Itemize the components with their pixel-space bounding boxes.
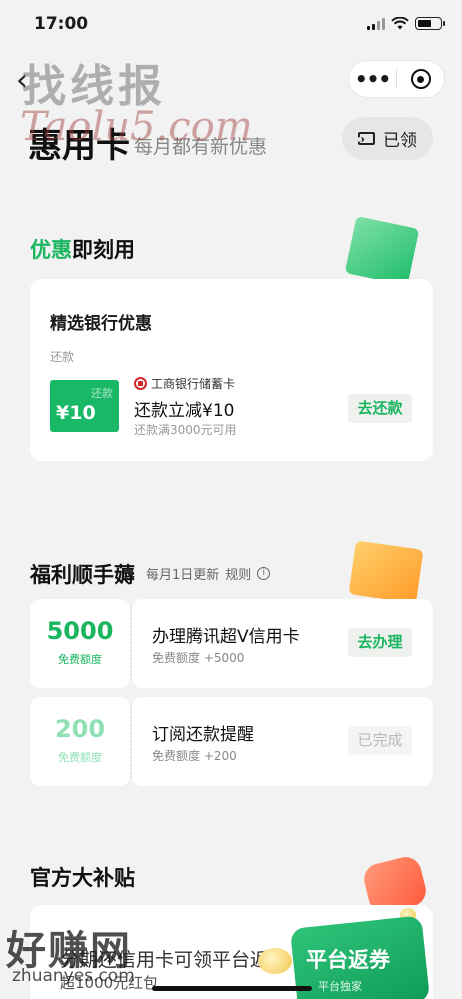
close-mini-program-button[interactable] <box>397 69 444 89</box>
welfare-item: 5000 免费额度 办理腾讯超V信用卡 免费额度 +5000 去办理 <box>30 599 433 688</box>
section-title-instant: 优惠即刻用 <box>30 234 135 264</box>
more-options-button[interactable]: ••• <box>349 60 396 98</box>
welfare-subtitle-row: 每月1日更新 规则 i <box>146 564 271 583</box>
welfare-name: 办理腾讯超V信用卡 <box>152 627 300 647</box>
rules-link[interactable]: 规则 <box>225 564 251 583</box>
welfare-subtitle: 每月1日更新 <box>146 568 220 583</box>
home-indicator[interactable] <box>152 986 312 991</box>
bank-name: 工商银行储蓄卡 <box>151 377 236 391</box>
ticket-icon <box>357 132 375 145</box>
offer-condition: 还款满3000元可用 <box>134 423 237 437</box>
green-ticket-decoration <box>344 215 420 287</box>
orange-box-decoration <box>348 540 424 604</box>
welfare-bonus: 免费额度 +5000 <box>152 651 245 665</box>
rebate-title: 平台返券 <box>306 948 390 972</box>
status-bar: 17:00 <box>0 0 462 44</box>
cellular-signal-icon <box>367 17 385 30</box>
offer-name: 还款立减¥10 <box>134 401 235 421</box>
status-icons <box>367 17 445 30</box>
card-title: 精选银行优惠 <box>50 314 152 334</box>
bank-row: 工商银行储蓄卡 <box>134 375 235 392</box>
coupon-amount: ¥10 <box>56 402 96 424</box>
coin-icon <box>258 948 292 974</box>
coupon-tag: 还款 <box>91 387 113 400</box>
rebate-subtitle: 平台独家 <box>318 980 362 993</box>
welfare-bonus: 免费额度 +200 <box>152 749 237 763</box>
section-title-welfare: 福利顺手薅 <box>30 563 135 587</box>
section-title-highlight: 优惠 <box>30 238 72 262</box>
welfare-amount: 5000 <box>46 617 114 645</box>
watermark-bottom-url: zhuanyes.com <box>12 966 135 986</box>
claimed-coupons-button[interactable]: 已领 <box>342 117 433 160</box>
wifi-icon <box>391 17 409 30</box>
offer-category: 还款 <box>50 350 75 364</box>
welfare-detail-panel: 办理腾讯超V信用卡 免费额度 +5000 去办理 <box>132 599 433 688</box>
page-title: 惠用卡 <box>28 126 130 166</box>
back-button[interactable]: ‹ <box>16 66 42 96</box>
coupon-ticket: 还款 ¥10 <box>50 380 119 432</box>
welfare-amount-unit: 免费额度 <box>58 653 102 666</box>
repay-button[interactable]: 去还款 <box>348 394 412 423</box>
status-time: 17:00 <box>34 14 89 34</box>
welfare-detail-panel: 订阅还款提醒 免费额度 +200 已完成 <box>132 697 433 786</box>
welfare-amount-panel: 200 免费额度 <box>30 697 130 786</box>
welfare-item: 200 免费额度 订阅还款提醒 免费额度 +200 已完成 <box>30 697 433 786</box>
claimed-label: 已领 <box>383 131 417 151</box>
icbc-logo-icon <box>134 377 147 390</box>
page-subtitle: 每月都有新优惠 <box>134 136 268 158</box>
welfare-amount: 200 <box>54 715 106 743</box>
battery-icon <box>415 17 445 30</box>
completed-button: 已完成 <box>348 726 412 755</box>
bank-offer-card: 精选银行优惠 还款 还款 ¥10 工商银行储蓄卡 还款立减¥10 还款满3000… <box>30 279 433 461</box>
watermark-top: 找线报 <box>22 61 166 112</box>
welfare-amount-unit: 免费额度 <box>58 751 102 764</box>
section-title-subsidy: 官方大补贴 <box>30 866 135 890</box>
info-icon[interactable]: i <box>257 567 271 580</box>
target-icon <box>410 69 431 89</box>
section-title-rest: 即刻用 <box>72 238 135 262</box>
welfare-amount-panel: 5000 免费额度 <box>30 599 130 688</box>
welfare-name: 订阅还款提醒 <box>152 725 254 745</box>
mini-program-capsule: ••• <box>348 60 445 98</box>
apply-card-button[interactable]: 去办理 <box>348 628 412 657</box>
